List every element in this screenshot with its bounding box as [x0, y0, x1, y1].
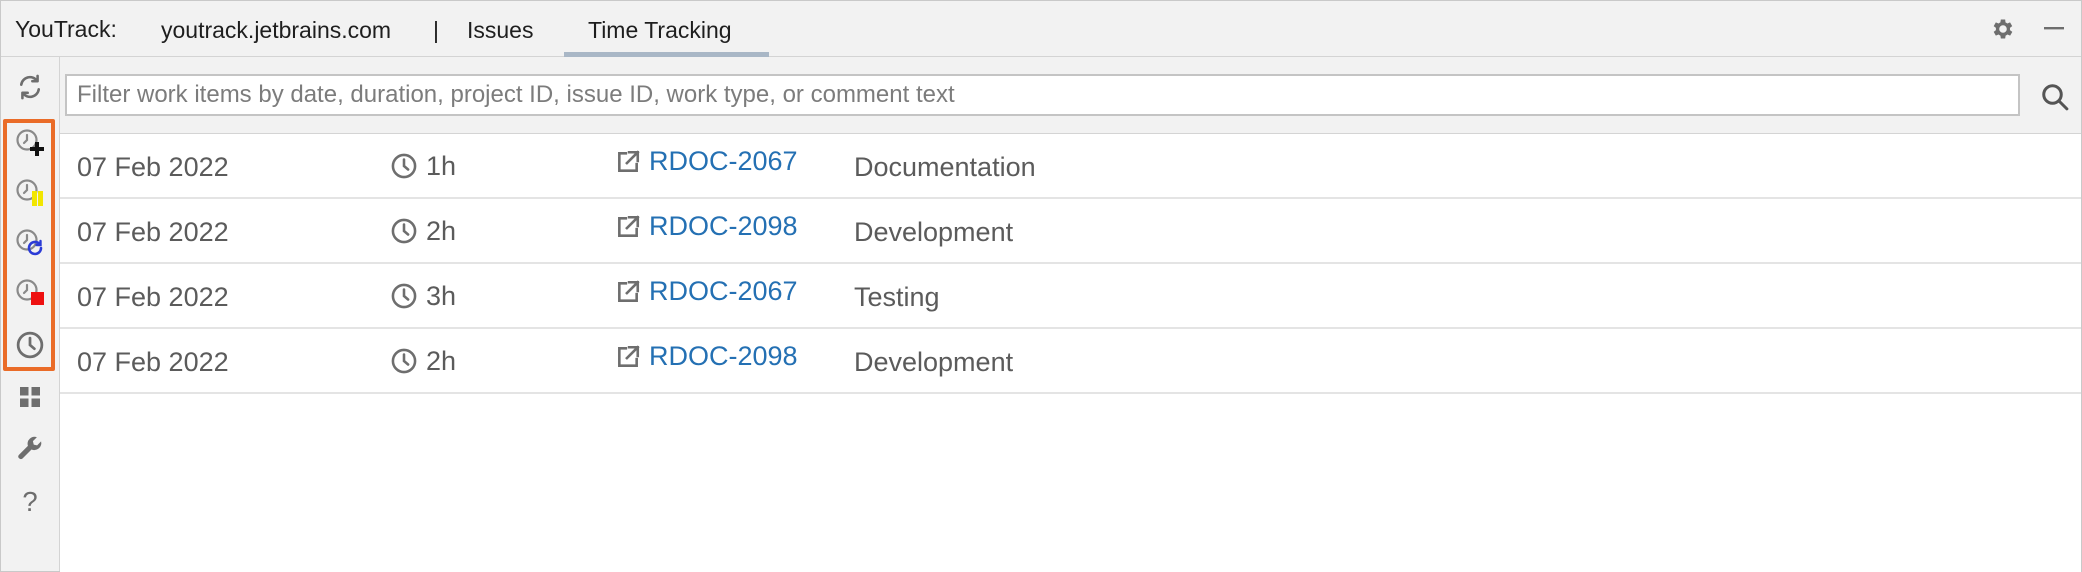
external-link-icon[interactable]	[615, 149, 641, 175]
wrench-icon[interactable]	[14, 433, 46, 465]
tool-window-title: YouTrack:	[15, 16, 117, 42]
work-item-issue: RDOC-2067	[615, 264, 798, 327]
minimize-icon[interactable]	[2039, 14, 2069, 44]
search-icon[interactable]	[2037, 79, 2073, 115]
help-icon[interactable]: ?	[14, 485, 46, 517]
work-item-date: 07 Feb 2022	[77, 347, 229, 377]
work-item-date: 07 Feb 2022	[77, 282, 229, 312]
work-item-type: Development	[854, 217, 1014, 247]
timer-add-icon[interactable]	[14, 127, 46, 159]
work-item-duration-value: 2h	[426, 345, 457, 376]
work-item-duration: 2h	[390, 329, 456, 392]
tab-time-tracking[interactable]: Time Tracking	[564, 1, 769, 57]
external-link-icon[interactable]	[615, 344, 641, 370]
table-row[interactable]: 07 Feb 2022 2h RDOC-2098 Development	[60, 329, 2081, 394]
tab-server[interactable]: youtrack.jetbrains.com	[149, 1, 403, 56]
clock-icon	[390, 282, 418, 310]
left-toolbar: ?	[1, 57, 60, 571]
external-link-icon[interactable]	[615, 214, 641, 240]
filter-input[interactable]	[65, 74, 2020, 116]
work-item-date: 07 Feb 2022	[77, 152, 229, 182]
issue-id-link[interactable]: RDOC-2067	[649, 278, 798, 305]
clock-icon	[390, 347, 418, 375]
work-item-type: Development	[854, 347, 1014, 377]
gear-icon[interactable]	[1988, 14, 2018, 44]
work-item-type: Testing	[854, 282, 940, 312]
table-row[interactable]: 07 Feb 2022 2h RDOC-2098 Development	[60, 199, 2081, 264]
tab-separator: |	[433, 17, 439, 43]
table-row[interactable]: 07 Feb 2022 3h RDOC-2067 Testing	[60, 264, 2081, 329]
work-item-duration-value: 3h	[426, 280, 457, 311]
clock-icon[interactable]	[14, 329, 46, 361]
work-item-duration-value: 2h	[426, 215, 457, 246]
work-item-issue: RDOC-2067	[615, 134, 798, 197]
timer-reset-icon[interactable]	[14, 227, 46, 259]
work-item-duration-value: 1h	[426, 150, 457, 181]
issue-id-link[interactable]: RDOC-2098	[649, 213, 798, 240]
work-item-duration: 3h	[390, 264, 456, 327]
work-item-duration: 1h	[390, 134, 456, 197]
timer-pause-icon[interactable]	[14, 177, 46, 209]
tool-window-header: YouTrack: youtrack.jetbrains.com | Issue…	[1, 1, 2081, 57]
grid-icon[interactable]	[14, 381, 46, 413]
svg-text:?: ?	[22, 486, 37, 516]
work-item-issue: RDOC-2098	[615, 329, 798, 392]
work-item-issue: RDOC-2098	[615, 199, 798, 262]
youtrack-tool-window: YouTrack: youtrack.jetbrains.com | Issue…	[0, 0, 2082, 572]
tab-issues[interactable]: Issues	[455, 1, 545, 56]
work-item-type: Documentation	[854, 152, 1036, 182]
clock-icon	[390, 152, 418, 180]
table-row[interactable]: 07 Feb 2022 1h RDOC-2067 Documentation	[60, 134, 2081, 199]
clock-icon	[390, 217, 418, 245]
timer-stop-icon[interactable]	[14, 277, 46, 309]
work-item-duration: 2h	[390, 199, 456, 262]
external-link-icon[interactable]	[615, 279, 641, 305]
work-item-date: 07 Feb 2022	[77, 217, 229, 247]
work-items-table: 07 Feb 2022 1h RDOC-2067 Documentation 0…	[60, 133, 2081, 572]
issue-id-link[interactable]: RDOC-2067	[649, 148, 798, 175]
issue-id-link[interactable]: RDOC-2098	[649, 343, 798, 370]
refresh-icon[interactable]	[14, 71, 46, 103]
